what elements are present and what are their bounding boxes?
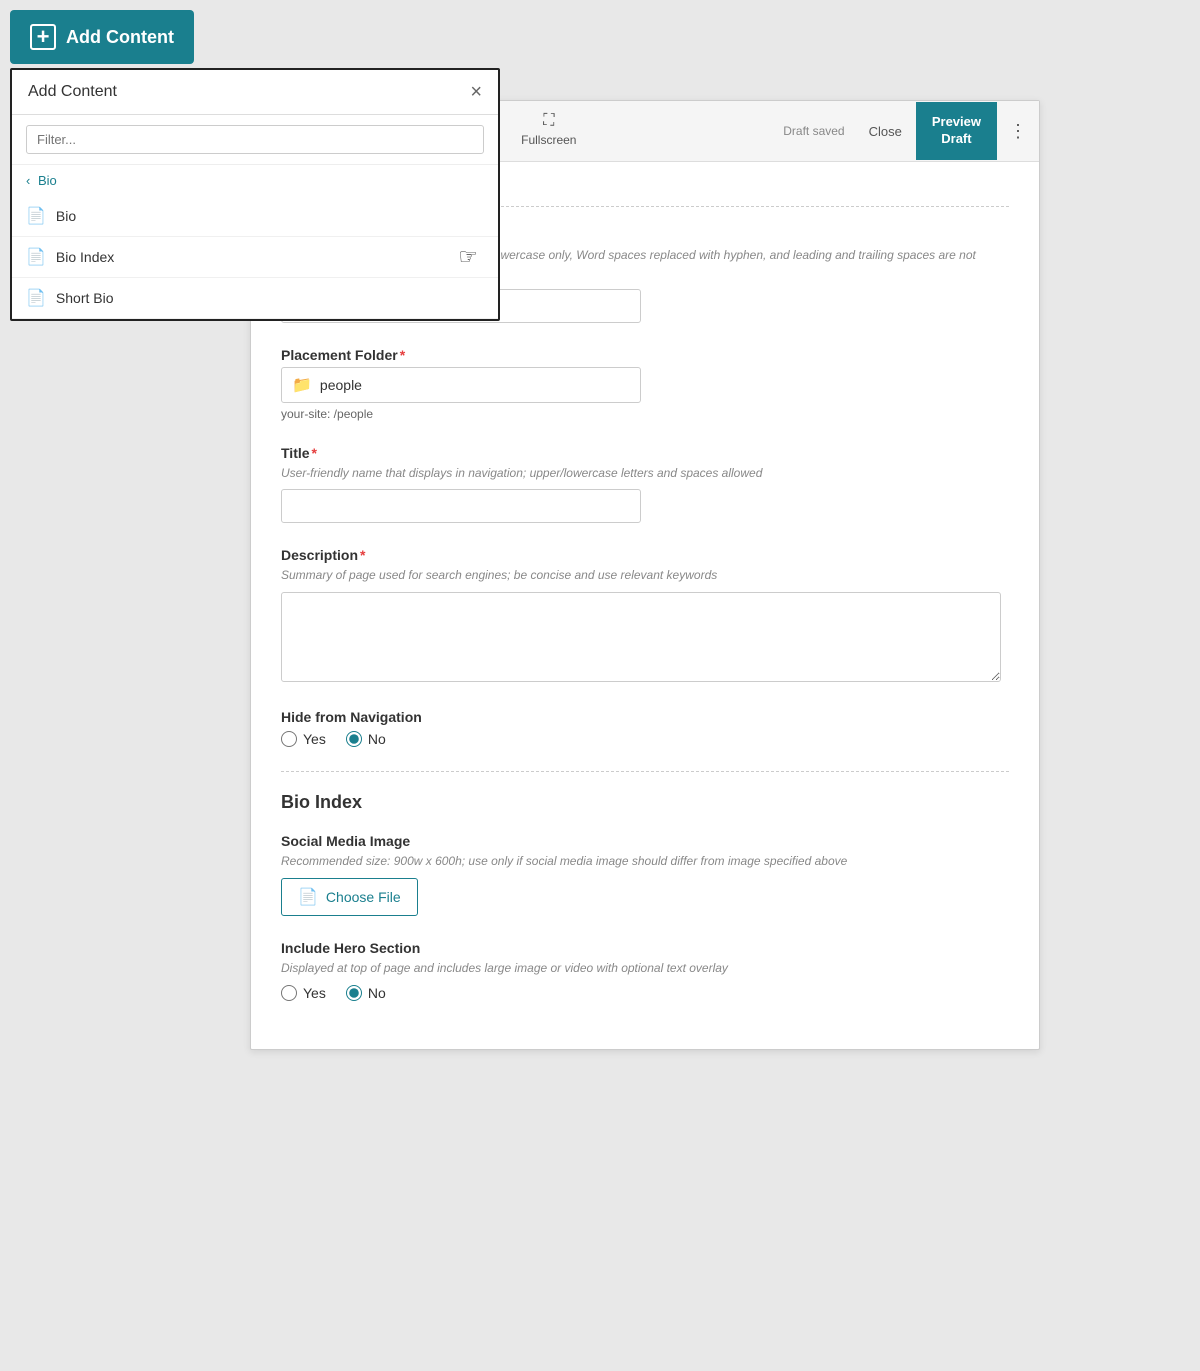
tab-fullscreen[interactable]: ⛶ Fullscreen	[503, 102, 594, 160]
add-content-label: Add Content	[66, 27, 174, 48]
hide-nav-yes-radio[interactable]	[281, 731, 297, 747]
list-item-bio[interactable]: 📄 Bio	[12, 196, 498, 237]
fullscreen-tab-icon: ⛶	[543, 112, 554, 130]
description-hint: Summary of page used for search engines;…	[281, 567, 1009, 584]
list-item-short-bio[interactable]: 📄 Short Bio	[12, 278, 498, 319]
required-star: *	[312, 445, 317, 461]
social-media-image-label: Social Media Image	[281, 833, 1009, 849]
preview-draft-button[interactable]: PreviewDraft	[916, 102, 997, 160]
breadcrumb-label: Bio	[38, 173, 57, 188]
chevron-left-icon: ‹	[26, 173, 30, 188]
doc-icon: 📄	[26, 247, 46, 267]
social-media-image-group: Social Media Image Recommended size: 900…	[281, 833, 1009, 916]
hide-nav-yes-label[interactable]: Yes	[281, 731, 326, 747]
title-label: Title*	[281, 445, 1009, 461]
dialog-title: Add Content	[28, 83, 117, 101]
dialog-header: Add Content ×	[12, 70, 498, 115]
hide-nav-no-radio[interactable]	[346, 731, 362, 747]
more-options-button[interactable]: ⋮	[997, 121, 1039, 142]
folder-path-hint: your-site: /people	[281, 407, 1009, 421]
doc-icon: 📄	[26, 288, 46, 308]
fullscreen-tab-label: Fullscreen	[521, 133, 576, 147]
choose-file-button[interactable]: 📄 Choose File	[281, 878, 418, 916]
list-item-label: Bio Index	[56, 249, 114, 265]
choose-file-label: Choose File	[326, 889, 401, 905]
required-star: *	[360, 547, 365, 563]
hero-no-radio[interactable]	[346, 985, 362, 1001]
title-hint: User-friendly name that displays in navi…	[281, 465, 1009, 482]
close-editor-button[interactable]: Close	[855, 124, 916, 139]
hero-yes-label[interactable]: Yes	[281, 985, 326, 1001]
include-hero-radio-group: Yes No	[281, 985, 1009, 1001]
doc-icon: 📄	[26, 206, 46, 226]
list-item-bio-index[interactable]: 📄 Bio Index ☞	[12, 237, 498, 278]
hero-no-label[interactable]: No	[346, 985, 386, 1001]
include-hero-section-group: Include Hero Section Displayed at top of…	[281, 940, 1009, 1001]
draft-saved-status: Draft saved	[773, 124, 854, 138]
required-star: *	[400, 347, 405, 363]
description-label: Description*	[281, 547, 1009, 563]
bio-index-heading: Bio Index	[281, 792, 1009, 813]
title-group: Title* User-friendly name that displays …	[281, 445, 1009, 524]
filter-input[interactable]	[26, 125, 484, 154]
breadcrumb[interactable]: ‹ Bio	[12, 165, 498, 196]
list-item-label: Bio	[56, 208, 76, 224]
placement-folder-label: Placement Folder*	[281, 347, 1009, 363]
content-type-list: 📄 Bio 📄 Bio Index ☞ 📄 Short Bio	[12, 196, 498, 319]
description-group: Description* Summary of page used for se…	[281, 547, 1009, 685]
filter-row	[12, 115, 498, 165]
section-divider	[281, 771, 1009, 772]
cursor-hand-icon: ☞	[458, 244, 478, 270]
add-content-dialog: Add Content × ‹ Bio 📄 Bio 📄 Bio Index ☞ …	[10, 68, 500, 321]
social-media-image-hint: Recommended size: 900w x 600h; use only …	[281, 853, 1009, 870]
folder-icon: 📁	[292, 375, 312, 395]
hide-from-nav-radio-group: Yes No	[281, 731, 1009, 747]
description-textarea[interactable]	[281, 592, 1001, 682]
file-icon: 📄	[298, 887, 318, 907]
include-hero-section-hint: Displayed at top of page and includes la…	[281, 960, 1009, 977]
bio-index-section: Bio Index Social Media Image Recommended…	[281, 792, 1009, 1001]
list-item-label: Short Bio	[56, 290, 114, 306]
hero-yes-radio[interactable]	[281, 985, 297, 1001]
add-content-button[interactable]: + Add Content	[10, 10, 194, 64]
dialog-close-button[interactable]: ×	[470, 82, 482, 102]
include-hero-section-label: Include Hero Section	[281, 940, 1009, 956]
folder-input-wrapper[interactable]: 📁	[281, 367, 641, 403]
placement-folder-group: Placement Folder* 📁 your-site: /people	[281, 347, 1009, 421]
title-input[interactable]	[281, 489, 641, 523]
hide-from-nav-label: Hide from Navigation	[281, 709, 1009, 725]
plus-icon: +	[30, 24, 56, 50]
preview-draft-label: PreviewDraft	[932, 114, 981, 146]
hide-from-nav-group: Hide from Navigation Yes No	[281, 709, 1009, 747]
placement-folder-input[interactable]	[320, 377, 630, 393]
hide-nav-no-label[interactable]: No	[346, 731, 386, 747]
